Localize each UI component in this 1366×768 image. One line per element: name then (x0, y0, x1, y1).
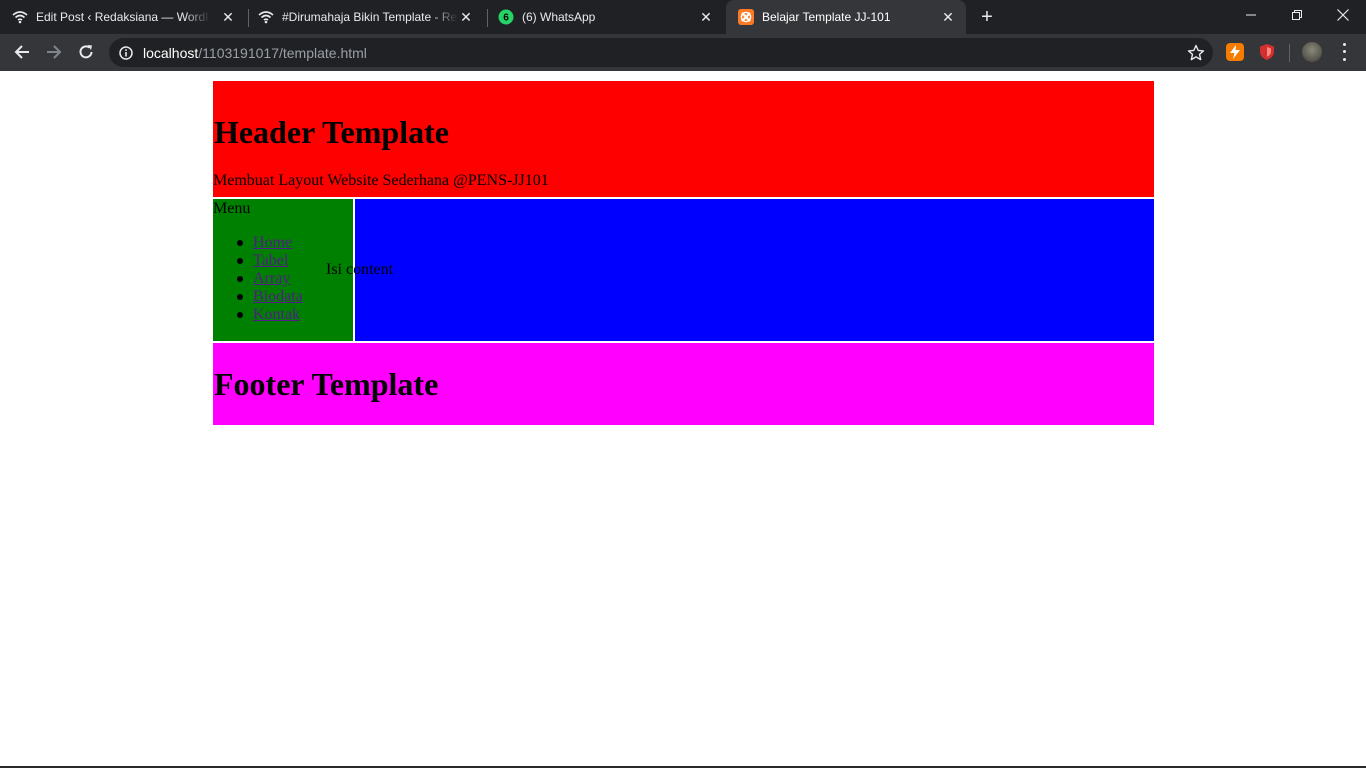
bookmark-star-icon[interactable] (1187, 44, 1205, 62)
header-title: Header Template (214, 114, 449, 150)
nav-item-tabel: Tabel (213, 252, 303, 270)
profile-avatar[interactable] (1302, 42, 1322, 62)
nav-item-biodata: Biodata (213, 288, 303, 306)
tab-title: Belajar Template JJ-101 (762, 10, 891, 24)
new-tab-button[interactable]: + (976, 6, 998, 28)
page-viewport: Header Template Membuat Layout Website S… (0, 71, 1366, 766)
menu-dot (1342, 50, 1346, 54)
arrow-left-icon (14, 45, 29, 59)
toolbar-separator (1289, 44, 1290, 62)
restore-button[interactable] (1274, 0, 1320, 30)
nav-item-home: Home (213, 234, 303, 252)
nav-link-kontak[interactable]: Kontak (253, 306, 300, 323)
bullet-icon (237, 258, 243, 264)
arrow-right-icon (47, 45, 62, 59)
url-path: /1103191017/template.html (198, 44, 367, 61)
nav-list: Home Tabel Array Biodata Kontak (213, 234, 303, 324)
tab-title: (6) WhatsApp (522, 10, 596, 24)
tab-whatsapp[interactable]: 6 (6) WhatsApp ✕ (498, 0, 724, 34)
nav-title: Menu (213, 200, 251, 217)
wifi-icon (258, 9, 274, 25)
close-tab-icon[interactable]: ✕ (940, 9, 956, 25)
bullet-icon (237, 276, 243, 282)
restore-icon (1292, 10, 1302, 20)
bullet-icon (237, 312, 243, 318)
tab-belajar-template[interactable]: Belajar Template JJ-101 ✕ (726, 0, 966, 34)
forward-button[interactable] (42, 40, 66, 64)
address-bar[interactable]: localhost/1103191017/template.html (109, 38, 1213, 67)
wifi-icon (12, 9, 28, 25)
minimize-button[interactable] (1228, 0, 1274, 30)
bullet-icon (237, 294, 243, 300)
back-button[interactable] (10, 40, 34, 64)
tab-separator (487, 9, 488, 27)
minimize-icon (1246, 14, 1256, 16)
close-tab-icon[interactable]: ✕ (458, 9, 474, 25)
nav-item-array: Array (213, 270, 303, 288)
page-footer: Footer Template (213, 343, 1154, 425)
nav-link-tabel[interactable]: Tabel (253, 252, 288, 269)
tab-dirumahaja[interactable]: #Dirumahaja Bikin Template - Redaksiana … (258, 0, 484, 34)
reload-icon (79, 45, 93, 59)
extension-lightning-icon[interactable] (1226, 43, 1244, 61)
url-text[interactable]: localhost/1103191017/template.html (143, 45, 367, 61)
nav-link-biodata[interactable]: Biodata (253, 288, 303, 305)
nav-link-home[interactable]: Home (253, 234, 292, 251)
close-icon (1337, 9, 1349, 21)
close-tab-icon[interactable]: ✕ (220, 9, 236, 25)
tab-separator (248, 9, 249, 27)
tab-title: #Dirumahaja Bikin Template - Redaksiana (282, 10, 458, 24)
footer-title: Footer Template (214, 366, 439, 402)
browser-menu-button[interactable] (1336, 41, 1352, 63)
main-content-text: Isi content (326, 261, 394, 278)
xampp-icon (738, 9, 754, 25)
header-subtitle: Membuat Layout Website Sederhana @PENS-J… (213, 172, 549, 189)
tab-title: Edit Post ‹ Redaksiana — WordPress (36, 10, 210, 24)
bullet-icon (237, 240, 243, 246)
menu-dot (1342, 43, 1346, 47)
menu-dot (1342, 57, 1346, 61)
browser-toolbar: localhost/1103191017/template.html (0, 34, 1366, 71)
close-tab-icon[interactable]: ✕ (698, 9, 714, 25)
main-content (355, 199, 1154, 341)
tab-wordpress-edit[interactable]: Edit Post ‹ Redaksiana — WordPress ✕ (12, 0, 246, 34)
page-header: Header Template Membuat Layout Website S… (213, 81, 1154, 197)
close-window-button[interactable] (1320, 0, 1366, 30)
extension-shield-icon[interactable] (1258, 43, 1276, 61)
nav-item-kontak: Kontak (213, 306, 303, 324)
url-host: localhost (143, 44, 199, 61)
nav-link-array[interactable]: Array (253, 270, 290, 287)
reload-button[interactable] (74, 40, 98, 64)
whatsapp-icon: 6 (498, 9, 514, 25)
svg-text:6: 6 (503, 13, 509, 24)
info-icon[interactable] (119, 45, 133, 60)
tab-strip: Edit Post ‹ Redaksiana — WordPress ✕ #Di… (0, 0, 1366, 34)
